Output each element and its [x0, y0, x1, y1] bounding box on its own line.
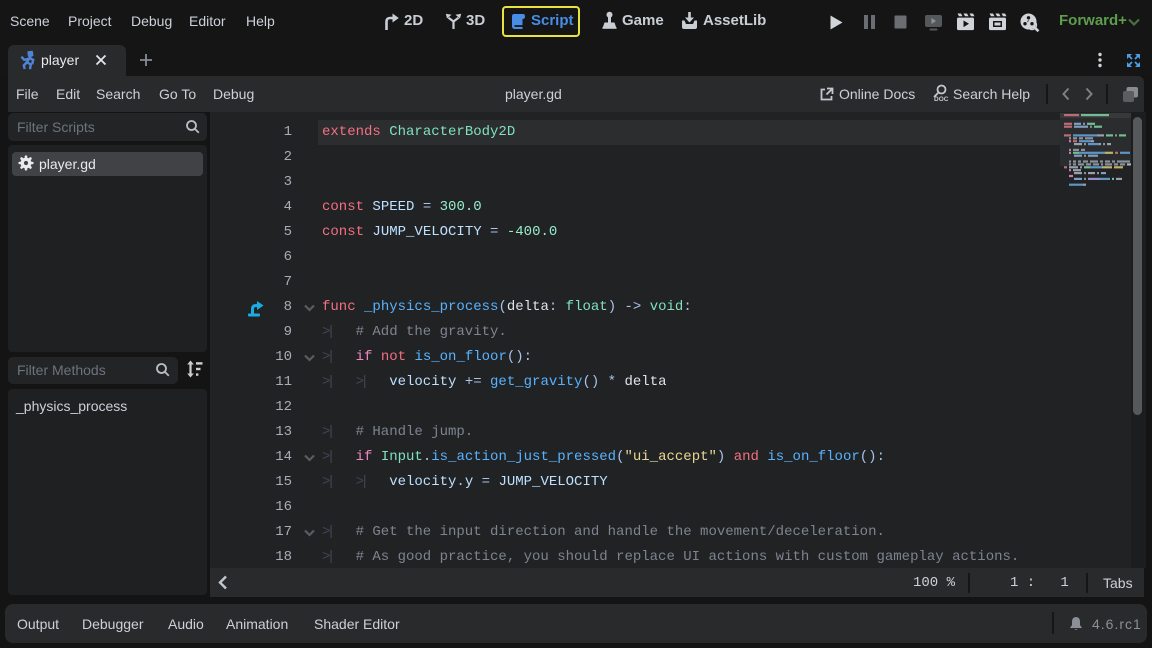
svg-text:DOC: DOC [934, 96, 949, 103]
